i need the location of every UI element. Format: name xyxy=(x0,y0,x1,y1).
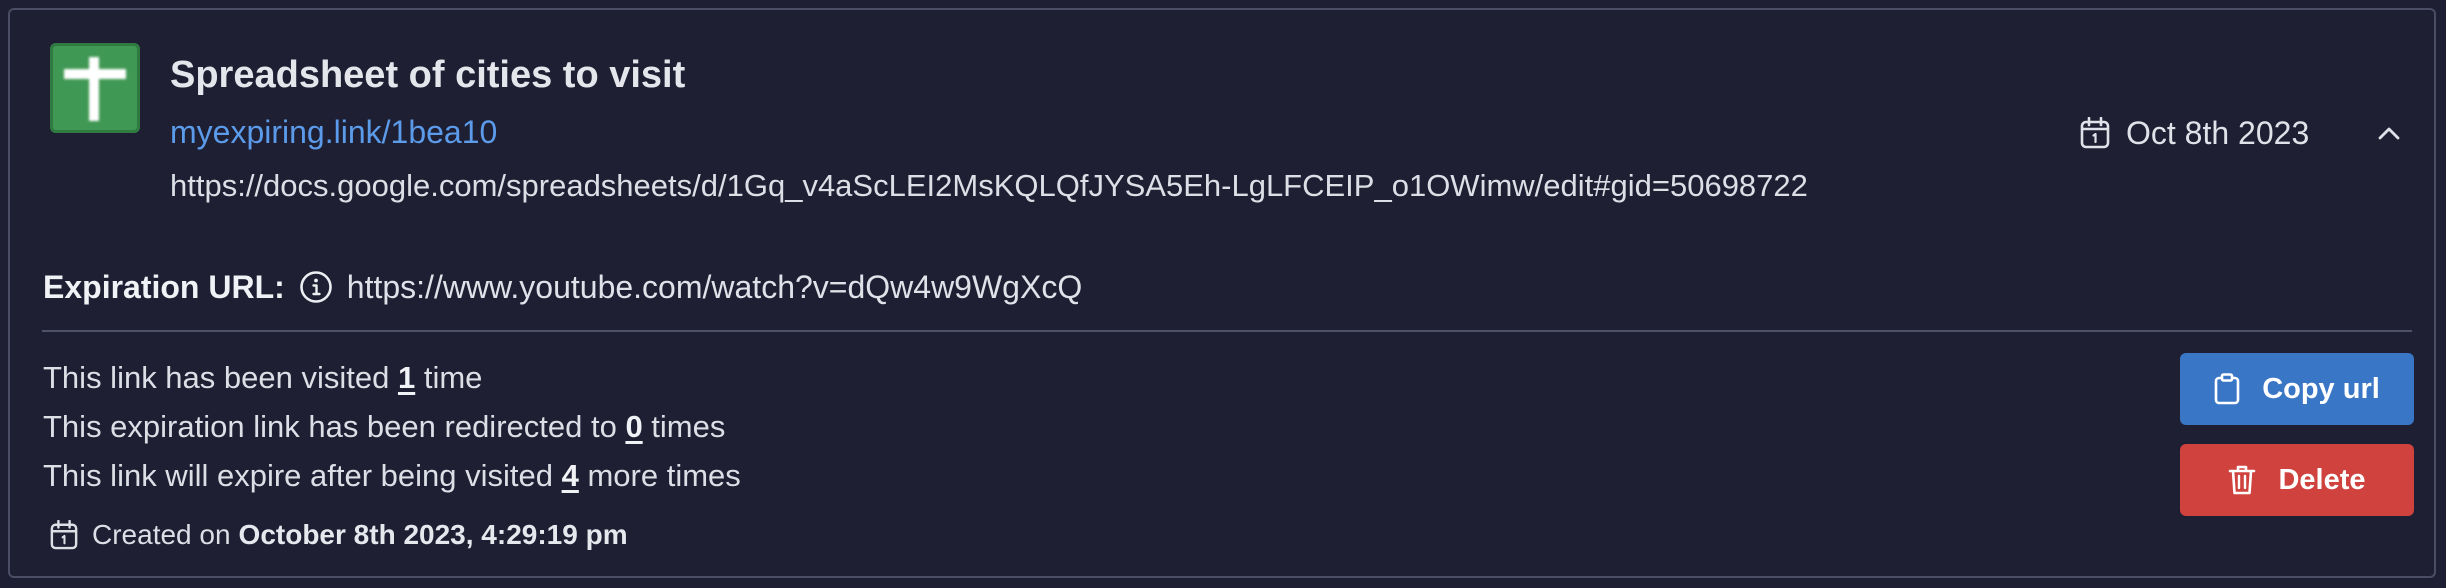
delete-label: Delete xyxy=(2278,463,2366,496)
expiration-url: https://www.youtube.com/watch?v=dQw4w9Wg… xyxy=(346,268,1083,305)
link-card: Spreadsheet of cities to visit myexpirin… xyxy=(8,8,2436,578)
trash-icon xyxy=(2229,465,2256,495)
stat-text: This link has been visited xyxy=(43,360,398,395)
created-row: Created on October 8th 2023, 4:29:19 pm xyxy=(50,515,628,555)
expire-count: 4 xyxy=(561,458,579,493)
divider xyxy=(42,330,2412,332)
stat-text: times xyxy=(642,409,726,444)
stat-text: more times xyxy=(578,458,741,493)
calendar-icon xyxy=(2080,117,2110,149)
copy-url-label: Copy url xyxy=(2262,372,2380,405)
delete-button[interactable]: Delete xyxy=(2180,444,2414,516)
date-text: Oct 8th 2023 xyxy=(2126,114,2310,151)
stat-text: This link will expire after being visite… xyxy=(43,458,562,493)
calendar-icon xyxy=(50,520,78,550)
stat-text: This expiration link has been redirected… xyxy=(43,409,626,444)
redirected-stat: This expiration link has been redirected… xyxy=(43,409,725,445)
google-sheets-icon xyxy=(50,43,140,133)
clipboard-icon xyxy=(2214,373,2240,405)
info-icon[interactable] xyxy=(299,270,333,304)
destination-url: https://docs.google.com/spreadsheets/d/1… xyxy=(170,168,1808,203)
link-date: Oct 8th 2023 xyxy=(2080,113,2309,153)
short-link[interactable]: myexpiring.link/1bea10 xyxy=(170,114,497,151)
copy-url-button[interactable]: Copy url xyxy=(2180,353,2414,425)
chevron-up-icon[interactable] xyxy=(2372,116,2406,150)
expiration-label: Expiration URL: xyxy=(43,268,285,305)
created-prefix: Created on xyxy=(92,519,231,550)
stat-text: time xyxy=(415,360,483,395)
redirected-count: 0 xyxy=(625,409,643,444)
expire-stat: This link will expire after being visite… xyxy=(43,458,741,494)
visited-stat: This link has been visited 1 time xyxy=(43,360,482,396)
created-datetime: October 8th 2023, 4:29:19 pm xyxy=(238,519,628,550)
visited-count: 1 xyxy=(397,360,416,395)
expiration-row: Expiration URL: https://www.youtube.com/… xyxy=(43,267,1082,307)
link-title: Spreadsheet of cities to visit xyxy=(170,54,686,96)
